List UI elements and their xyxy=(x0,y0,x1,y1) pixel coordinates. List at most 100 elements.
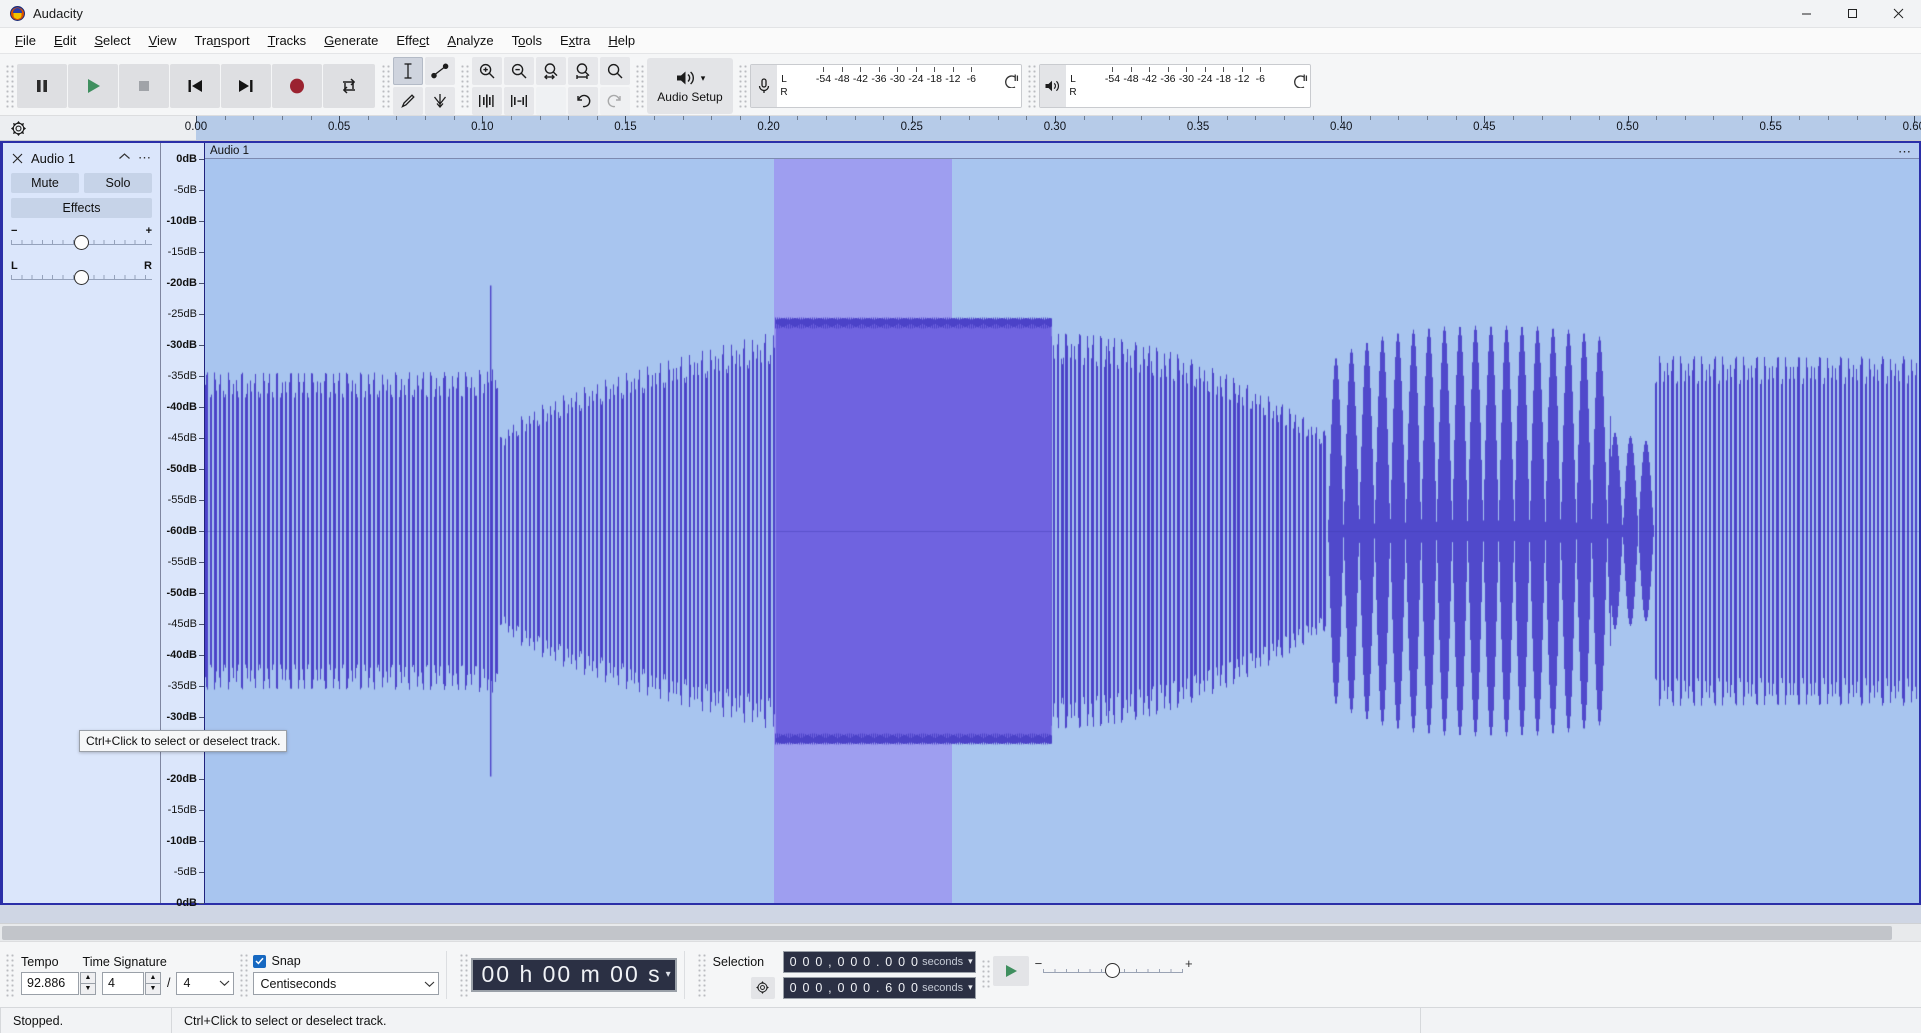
loop-button[interactable] xyxy=(323,64,375,108)
pause-button[interactable] xyxy=(17,64,67,108)
audio-position-timecode[interactable]: 00 h 00 m 00 s ▾ xyxy=(471,958,676,992)
selection-toolbar-grip[interactable] xyxy=(696,952,707,998)
vertical-db-ruler[interactable]: 0dB-5dB-10dB-15dB-20dB-25dB-30dB-35dB-40… xyxy=(161,143,205,903)
audio-setup-button[interactable]: ▾ Audio Setup xyxy=(647,58,733,114)
menu-item-effect[interactable]: Effect xyxy=(387,30,438,51)
transport-toolbar-grip[interactable] xyxy=(4,63,15,109)
timeline-ruler-row: 0.000.050.100.150.200.250.300.350.400.45… xyxy=(0,116,1921,141)
recording-meter-grip[interactable] xyxy=(737,63,748,109)
selection-start-field[interactable]: 0 0 0 , 0 0 0 . 0 0 0 seconds ▾ xyxy=(783,951,976,973)
horizontal-scrollbar-thumb[interactable] xyxy=(2,926,1892,940)
zoom-in-button[interactable] xyxy=(472,57,502,85)
skip-to-start-button[interactable] xyxy=(170,64,220,108)
zoom-out-button[interactable] xyxy=(504,57,534,85)
time-toolbar-grip[interactable] xyxy=(458,952,469,998)
waveform-canvas[interactable] xyxy=(205,159,1919,903)
pan-slider[interactable]: L R xyxy=(11,262,152,288)
selection-start-chevron-down-icon[interactable]: ▾ xyxy=(968,956,973,967)
play-at-speed-button[interactable] xyxy=(993,956,1029,986)
close-track-icon[interactable] xyxy=(11,152,24,165)
meter-tick-label: -12 xyxy=(945,73,960,85)
toolbar-separator xyxy=(446,951,447,999)
menu-item-edit[interactable]: Edit xyxy=(45,30,85,51)
menu-item-tools[interactable]: Tools xyxy=(503,30,551,51)
menu-item-analyze[interactable]: Analyze xyxy=(438,30,502,51)
redo-button[interactable] xyxy=(600,87,630,115)
clip-header[interactable]: Audio 1 ⋯ xyxy=(205,143,1919,159)
selection-options-gear-icon[interactable] xyxy=(751,977,775,999)
record-button[interactable] xyxy=(272,64,322,108)
horizontal-scrollbar[interactable] xyxy=(0,923,1921,941)
time-signature-lower-select[interactable]: 4 xyxy=(176,972,234,995)
draw-tool[interactable] xyxy=(393,87,423,115)
time-signature-upper-input[interactable] xyxy=(102,972,144,995)
close-icon[interactable] xyxy=(1875,0,1921,28)
menu-item-transport[interactable]: Transport xyxy=(185,30,258,51)
multi-tool[interactable] xyxy=(425,87,455,115)
zoom-toggle-button[interactable] xyxy=(600,57,630,85)
menu-item-help[interactable]: Help xyxy=(599,30,644,51)
time-signature-grip[interactable] xyxy=(4,952,15,998)
db-ruler-tick xyxy=(199,190,204,191)
menu-item-extra[interactable]: Extra xyxy=(551,30,599,51)
playback-meter-lr-labels: LR xyxy=(1066,65,1080,107)
play-speed-slider-thumb[interactable] xyxy=(1105,963,1120,978)
menu-item-tracks[interactable]: Tracks xyxy=(259,30,316,51)
track-control-panel[interactable]: Audio 1 ⋯ Mute Solo Effects − + xyxy=(3,143,161,903)
stop-button[interactable] xyxy=(119,64,169,108)
tempo-stepper[interactable]: ▲▼ xyxy=(21,972,96,995)
timecode-chevron-down-icon[interactable]: ▾ xyxy=(666,969,671,980)
edit-toolbar-grip[interactable] xyxy=(459,63,470,109)
play-at-speed-grip[interactable] xyxy=(980,958,991,988)
effects-button[interactable]: Effects xyxy=(11,198,152,218)
ruler-minor-tick xyxy=(1713,116,1714,120)
playback-meter-grip[interactable] xyxy=(1026,63,1037,109)
silence-audio-button[interactable] xyxy=(504,87,534,115)
snapping-grip[interactable] xyxy=(238,952,249,998)
menu-item-file[interactable]: File xyxy=(6,30,45,51)
menu-item-select[interactable]: Select xyxy=(85,30,139,51)
time-signature-upper-stepper[interactable]: ▲▼ xyxy=(102,972,161,995)
pan-slider-thumb[interactable] xyxy=(74,270,89,285)
play-speed-slider[interactable]: − + xyxy=(1043,960,1183,984)
solo-button[interactable]: Solo xyxy=(84,173,152,193)
recording-meter-scale[interactable]: -54-48-42-36-30-24-18-12-6 xyxy=(791,65,1021,107)
toolbar-dock: ▾ Audio Setup LR -54-48-42-36-30-24-18-1… xyxy=(0,54,1921,116)
time-signature-upper-spin-arrows[interactable]: ▲▼ xyxy=(145,972,161,995)
collapse-chevron-icon[interactable] xyxy=(118,152,131,164)
gain-slider[interactable]: − + xyxy=(11,227,152,253)
db-ruler-tick xyxy=(199,283,204,284)
clip-menu-ellipsis-icon[interactable]: ⋯ xyxy=(1898,144,1912,160)
tools-toolbar-grip[interactable] xyxy=(380,63,391,109)
speaker-icon[interactable] xyxy=(1040,65,1066,107)
menu-item-generate[interactable]: Generate xyxy=(315,30,387,51)
undo-button[interactable] xyxy=(568,87,598,115)
snap-checkbox[interactable] xyxy=(253,955,266,968)
tempo-spin-arrows[interactable]: ▲▼ xyxy=(80,972,96,995)
maximize-icon[interactable] xyxy=(1829,0,1875,28)
fit-selection-button[interactable] xyxy=(536,57,566,85)
track-menu-ellipsis-icon[interactable]: ⋯ xyxy=(138,150,152,166)
skip-to-end-button[interactable] xyxy=(221,64,271,108)
timeline-options-gear-icon[interactable] xyxy=(0,116,36,140)
selection-end-chevron-down-icon[interactable]: ▾ xyxy=(968,982,973,993)
timeline-ruler[interactable]: 0.000.050.100.150.200.250.300.350.400.45… xyxy=(196,116,1921,140)
mute-button[interactable]: Mute xyxy=(11,173,79,193)
minimize-icon[interactable] xyxy=(1783,0,1829,28)
fit-project-button[interactable] xyxy=(568,57,598,85)
gain-slider-thumb[interactable] xyxy=(74,235,89,250)
waveform-display[interactable]: Audio 1 ⋯ xyxy=(205,143,1919,903)
play-button[interactable] xyxy=(68,64,118,108)
microphone-icon[interactable] xyxy=(751,65,777,107)
playback-meter-scale[interactable]: -54-48-42-36-30-24-18-12-6 xyxy=(1080,65,1310,107)
ruler-label: 0.25 xyxy=(901,121,923,133)
snap-unit-select[interactable]: Centiseconds xyxy=(253,972,439,995)
selection-end-field[interactable]: 0 0 0 , 0 0 0 . 6 0 0 seconds ▾ xyxy=(783,977,976,999)
selection-tool[interactable] xyxy=(393,57,423,85)
trim-audio-button[interactable] xyxy=(472,87,502,115)
tempo-input[interactable] xyxy=(21,972,79,995)
menu-item-view[interactable]: View xyxy=(140,30,186,51)
envelope-tool[interactable] xyxy=(425,57,455,85)
ruler-label: 0.05 xyxy=(328,121,350,133)
audio-setup-grip[interactable] xyxy=(634,63,645,109)
